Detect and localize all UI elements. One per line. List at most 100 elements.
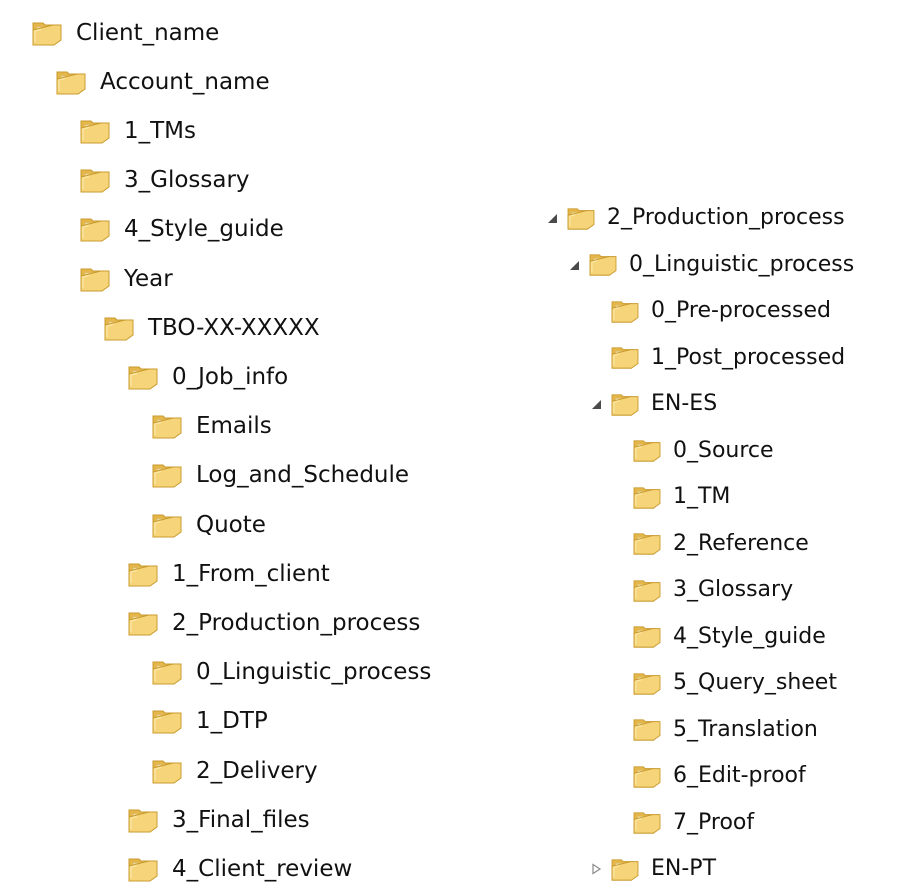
tree-item-2-delivery[interactable]: 2_Delivery <box>152 751 318 791</box>
tree-item-1-dtp[interactable]: 1_DTP <box>152 702 268 742</box>
tree-item-label: 2_Production_process <box>172 609 421 636</box>
folder-icon <box>633 717 661 742</box>
tree-item-0-source[interactable]: 0_Source <box>611 431 774 471</box>
folder-icon <box>152 708 182 735</box>
tree-item-label: EN-PT <box>651 856 717 881</box>
folder-icon <box>80 216 110 243</box>
tree-item-account-name[interactable]: Account_name <box>56 62 270 102</box>
tree-item-en-es[interactable]: EN-ES <box>589 384 717 424</box>
folder-icon <box>633 438 661 463</box>
tree-item-label: 6_Edit-proof <box>673 763 806 788</box>
tree-item-label: Emails <box>196 413 272 440</box>
tree-item-1-from-client[interactable]: 1_From_client <box>128 554 330 594</box>
folder-icon <box>633 578 661 603</box>
folder-icon <box>633 671 661 696</box>
expanded-triangle-icon[interactable] <box>567 258 581 272</box>
folder-icon <box>633 810 661 835</box>
folder-icon <box>128 856 158 883</box>
tree-item-label: 1_Post_processed <box>651 344 846 370</box>
tree-item-5-query-sheet[interactable]: 5_Query_sheet <box>611 663 837 703</box>
tree-item-label: TBO-XX-XXXXX <box>148 314 320 341</box>
folder-icon <box>611 345 639 370</box>
tree-item-label: 0_Linguistic_process <box>629 251 855 277</box>
folder-icon <box>633 764 661 789</box>
tree-item-label: 5_Translation <box>673 716 818 742</box>
folder-icon <box>611 392 639 417</box>
tree-item-label: 0_Pre-processed <box>651 298 831 323</box>
folder-icon <box>152 462 182 489</box>
tree-item-3-glossary[interactable]: 3_Glossary <box>80 161 250 201</box>
tree-item-label: 2_Reference <box>673 530 809 556</box>
tree-item-5-translation[interactable]: 5_Translation <box>611 710 818 750</box>
folder-icon <box>152 758 182 785</box>
tree-item-quote[interactable]: Quote <box>152 505 266 545</box>
tree-item-4-style-guide[interactable]: 4_Style_guide <box>611 617 826 657</box>
tree-item-1-tms[interactable]: 1_TMs <box>80 111 196 151</box>
tree-item-2-reference[interactable]: 2_Reference <box>611 524 809 564</box>
tree-item-label: 2_Delivery <box>196 757 318 784</box>
folder-icon <box>80 118 110 145</box>
tree-item-3-glossary[interactable]: 3_Glossary <box>611 570 793 610</box>
folder-icon <box>80 167 110 194</box>
tree-item-emails[interactable]: Emails <box>152 407 272 447</box>
tree-item-3-final-files[interactable]: 3_Final_files <box>128 800 310 840</box>
tree-item-label: 1_TM <box>673 484 731 509</box>
tree-item-tbo-xx-xxxxx[interactable]: TBO-XX-XXXXX <box>104 308 320 348</box>
tree-item-client-name[interactable]: Client_name <box>32 13 219 53</box>
folder-icon <box>32 20 62 47</box>
tree-item-4-style-guide[interactable]: 4_Style_guide <box>80 210 284 250</box>
folder-icon <box>152 512 182 539</box>
tree-item-label: 4_Client_review <box>172 855 353 882</box>
expanded-triangle-icon[interactable] <box>545 211 559 225</box>
folder-icon <box>128 561 158 588</box>
right-folder-tree: 2_Production_process 0_Linguistic_process… <box>530 190 898 881</box>
tree-item-1-post-processed[interactable]: 1_Post_processed <box>589 338 845 378</box>
folder-icon <box>567 206 595 231</box>
folder-icon <box>152 413 182 440</box>
tree-item-log-and-schedule[interactable]: Log_and_Schedule <box>152 456 409 496</box>
tree-item-label: 3_Glossary <box>124 167 250 194</box>
folder-icon <box>611 857 639 882</box>
tree-item-label: 5_Query_sheet <box>673 670 837 695</box>
tree-item-6-edit-proof[interactable]: 6_Edit-proof <box>611 756 806 796</box>
collapsed-triangle-icon[interactable] <box>589 862 603 876</box>
tree-item-label: 0_Linguistic_process <box>196 659 432 686</box>
tree-item-label: Year <box>124 265 173 292</box>
tree-item-label: 2_Production_process <box>607 205 845 230</box>
folder-icon <box>633 485 661 510</box>
tree-item-0-pre-processed[interactable]: 0_Pre-processed <box>589 291 831 331</box>
tree-item-label: Account_name <box>100 68 270 95</box>
tree-item-label: 3_Glossary <box>673 577 794 602</box>
tree-item-label: 1_TMs <box>124 117 197 144</box>
tree-item-0-job-info[interactable]: 0_Job_info <box>128 357 288 397</box>
folder-icon <box>80 266 110 293</box>
folder-icon <box>633 531 661 556</box>
tree-item-label: 1_From_client <box>172 560 330 587</box>
tree-item-2-production-process[interactable]: 2_Production_process <box>545 198 845 238</box>
tree-item-label: EN-ES <box>651 391 718 416</box>
tree-item-0-linguistic-process[interactable]: 0_Linguistic_process <box>567 245 854 285</box>
tree-item-label: 4_Style_guide <box>124 216 284 243</box>
tree-item-2-production-process[interactable]: 2_Production_process <box>128 603 420 643</box>
folder-icon <box>589 252 617 277</box>
folder-icon <box>152 659 182 686</box>
tree-item-1-tm[interactable]: 1_TM <box>611 477 730 517</box>
tree-item-label: 7_Proof <box>673 809 755 835</box>
expanded-triangle-icon[interactable] <box>589 397 603 411</box>
folder-icon <box>104 315 134 342</box>
tree-item-en-pt[interactable]: EN-PT <box>589 849 716 889</box>
tree-item-7-proof[interactable]: 7_Proof <box>611 803 754 843</box>
tree-item-0-linguistic-process[interactable]: 0_Linguistic_process <box>152 653 431 693</box>
tree-item-year[interactable]: Year <box>80 259 173 299</box>
tree-item-4-client-review[interactable]: 4_Client_review <box>128 849 352 889</box>
folder-icon <box>56 69 86 96</box>
tree-item-label: 1_DTP <box>196 708 268 735</box>
folder-icon <box>128 610 158 637</box>
left-folder-tree: Client_name Account_name 1_TMs 3_Glossary 4_… <box>22 8 512 882</box>
folder-icon <box>633 624 661 649</box>
tree-item-label: Quote <box>196 511 266 538</box>
tree-item-label: 0_Source <box>673 437 774 463</box>
folder-icon <box>611 299 639 324</box>
tree-item-label: Client_name <box>76 19 220 46</box>
tree-item-label: Log_and_Schedule <box>196 462 410 489</box>
